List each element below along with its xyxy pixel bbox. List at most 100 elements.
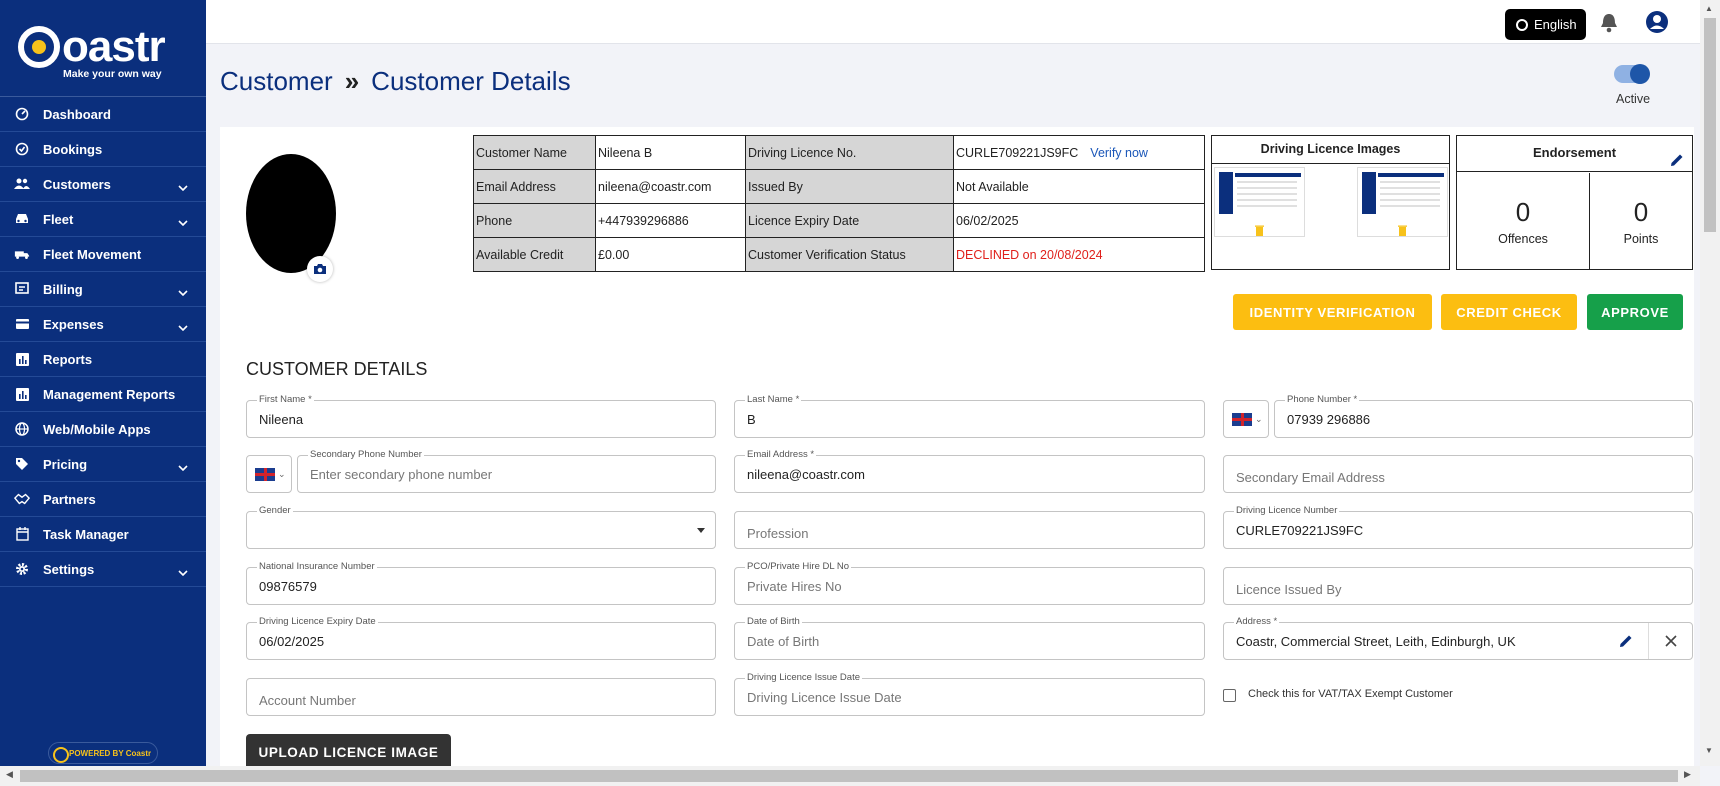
top-bar — [206, 0, 1700, 44]
table-row: Customer Name Nileena B Driving Licence … — [473, 135, 1205, 170]
field-value: nileena@coastr.com — [747, 467, 865, 482]
sidebar-item-dashboard[interactable]: Dashboard — [0, 97, 206, 132]
field-label: PCO/Private Hire DL No — [745, 561, 852, 572]
chevron-down-icon — [178, 318, 188, 336]
camera-icon[interactable] — [307, 256, 333, 282]
table-row: Available Credit £0.00 Customer Verifica… — [473, 237, 1205, 272]
secondary-phone-country-select[interactable]: ⌄ — [246, 455, 292, 493]
sidebar-item-expenses[interactable]: Expenses — [0, 307, 206, 342]
table-value: +447939296886 — [595, 203, 746, 238]
sidebar-item-reports[interactable]: Reports — [0, 342, 206, 377]
field-label: National Insurance Number — [257, 561, 377, 572]
trash-icon[interactable] — [1255, 223, 1264, 241]
email-field[interactable]: Email Address * nileena@coastr.com — [734, 449, 1205, 493]
people-icon — [14, 176, 30, 192]
table-value: nileena@coastr.com — [595, 169, 746, 204]
table-label: Customer Verification Status — [745, 237, 954, 272]
close-icon[interactable] — [1648, 623, 1692, 659]
credit-check-button[interactable]: CREDIT CHECK — [1441, 294, 1577, 330]
globe-icon — [14, 421, 30, 437]
billing-icon — [14, 281, 30, 297]
sidebar-item-billing[interactable]: Billing — [0, 272, 206, 307]
chevron-down-icon — [178, 458, 188, 476]
scrollbar-thumb[interactable] — [1704, 18, 1716, 232]
approve-button[interactable]: APPROVE — [1587, 294, 1683, 330]
table-value: Not Available — [953, 169, 1205, 204]
scroll-up-icon[interactable]: ▲ — [1705, 4, 1713, 13]
edit-icon[interactable] — [1604, 623, 1648, 659]
address-actions — [1604, 623, 1692, 659]
sidebar-item-label: Web/Mobile Apps — [43, 421, 151, 437]
sidebar-item-pricing[interactable]: Pricing — [0, 447, 206, 482]
vertical-scrollbar[interactable]: ▲ ▼ — [1700, 0, 1720, 766]
field-label: Driving Licence Issue Date — [745, 672, 862, 683]
scroll-down-icon[interactable]: ▼ — [1705, 746, 1713, 755]
dl-issue-date-field[interactable]: Driving Licence Issue Date Driving Licen… — [734, 672, 1205, 716]
secondary-email-field[interactable]: Secondary Email Address — [1223, 455, 1693, 493]
field-value: 07939 296886 — [1287, 412, 1371, 427]
upload-licence-image-button[interactable]: UPLOAD LICENCE IMAGE — [246, 734, 451, 770]
sidebar-item-label: Fleet Movement — [43, 246, 142, 262]
driving-licence-number-field[interactable]: Driving Licence Number CURLE709221JS9FC — [1223, 505, 1693, 549]
licence-image-thumbnail[interactable] — [1357, 167, 1448, 237]
verify-now-link[interactable]: Verify now — [1090, 146, 1148, 160]
field-placeholder: Licence Issued By — [1236, 582, 1342, 597]
licence-image-thumbnail[interactable] — [1214, 167, 1305, 237]
breadcrumb-customer[interactable]: Customer — [220, 66, 333, 97]
uk-flag-icon — [255, 467, 275, 481]
phone-number-field[interactable]: Phone Number * 07939 296886 — [1274, 394, 1693, 438]
national-insurance-field[interactable]: National Insurance Number 09876579 — [246, 561, 716, 605]
sidebar-item-web-mobile-apps[interactable]: Web/Mobile Apps — [0, 412, 206, 447]
field-value: B — [747, 412, 756, 427]
account-number-field[interactable]: Account Number — [246, 678, 716, 716]
powered-by-badge: POWERED BY Coastr — [48, 742, 158, 764]
sidebar-item-label: Expenses — [43, 316, 104, 332]
scrollbar-thumb[interactable] — [20, 770, 1678, 782]
field-placeholder: Account Number — [259, 693, 356, 708]
identity-verification-button[interactable]: IDENTITY VERIFICATION — [1233, 294, 1432, 330]
sidebar-item-management-reports[interactable]: Management Reports — [0, 377, 206, 412]
brand-logo[interactable]: oastr Make your own way — [16, 22, 196, 82]
field-placeholder: Secondary Email Address — [1236, 470, 1385, 485]
table-value: 06/02/2025 — [953, 203, 1205, 238]
sidebar-item-task-manager[interactable]: Task Manager — [0, 517, 206, 552]
vat-exempt-checkbox[interactable] — [1223, 689, 1236, 702]
phone-country-select[interactable]: ⌄ — [1223, 400, 1269, 438]
handshake-icon — [14, 491, 30, 507]
sidebar-item-fleet[interactable]: Fleet — [0, 202, 206, 237]
scroll-right-icon[interactable]: ▶ — [1684, 769, 1691, 780]
trash-icon[interactable] — [1398, 223, 1407, 241]
table-value: CURLE709221JS9FC — [956, 145, 1079, 160]
sidebar-item-partners[interactable]: Partners — [0, 482, 206, 517]
secondary-phone-field[interactable]: Secondary Phone Number Enter secondary p… — [297, 449, 716, 493]
dl-expiry-date-field[interactable]: Driving Licence Expiry Date 06/02/2025 — [246, 616, 716, 660]
sidebar-item-settings[interactable]: Settings — [0, 552, 206, 587]
table-label: Email Address — [473, 169, 596, 204]
language-button[interactable]: English — [1505, 9, 1586, 40]
horizontal-scrollbar[interactable]: ◀ ▶ — [0, 766, 1700, 786]
first-name-field[interactable]: First Name * Nileena — [246, 394, 716, 438]
last-name-field[interactable]: Last Name * B — [734, 394, 1205, 438]
profession-field[interactable]: Profession — [734, 511, 1205, 549]
sidebar-item-label: Reports — [43, 351, 93, 367]
account-icon[interactable] — [1645, 10, 1669, 39]
field-value: Nileena — [259, 412, 304, 427]
tag-icon — [14, 456, 30, 472]
active-toggle[interactable] — [1614, 64, 1650, 84]
pco-dl-field[interactable]: PCO/Private Hire DL No Private Hires No — [734, 561, 1205, 605]
bell-icon[interactable] — [1599, 12, 1619, 39]
sidebar-item-fleet-movement[interactable]: Fleet Movement — [0, 237, 206, 272]
table-row: Email Address nileena@coastr.com Issued … — [473, 169, 1205, 204]
scroll-left-icon[interactable]: ◀ — [6, 769, 13, 780]
sidebar-item-bookings[interactable]: Bookings — [0, 132, 206, 167]
truck-icon — [14, 246, 30, 262]
date-of-birth-field[interactable]: Date of Birth Date of Birth — [734, 616, 1205, 660]
licence-issued-by-field[interactable]: Licence Issued By — [1223, 567, 1693, 605]
address-field[interactable]: Address * Coastr, Commercial Street, Lei… — [1223, 616, 1693, 660]
field-placeholder: Date of Birth — [747, 634, 820, 649]
sidebar-item-customers[interactable]: Customers — [0, 167, 206, 202]
field-label: Gender — [257, 505, 293, 516]
car-icon — [14, 211, 30, 227]
gender-select[interactable]: Gender — [246, 505, 716, 549]
chevron-down-icon — [178, 563, 188, 581]
